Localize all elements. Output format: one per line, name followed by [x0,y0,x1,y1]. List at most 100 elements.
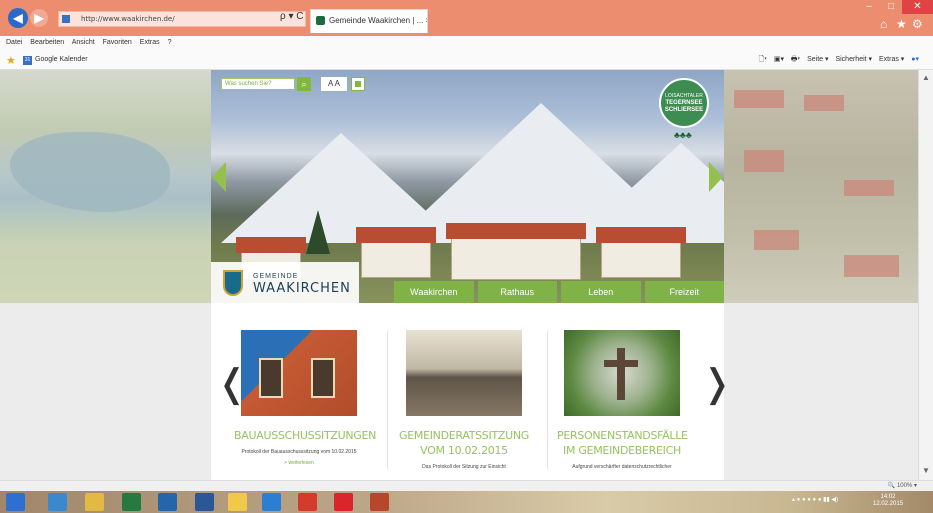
excel-icon[interactable] [122,493,141,511]
tree-shape [306,210,330,254]
vertical-scrollbar[interactable]: ▲ ▼ [918,70,933,480]
outlook-icon[interactable] [158,493,177,511]
card-text: Aufgrund verschärfter datenschutzrechtli… [572,464,672,470]
menu-extras[interactable]: Extras [140,39,160,46]
scroll-up-icon[interactable]: ▲ [922,73,930,82]
photos-icon[interactable] [228,493,247,511]
site-search-input[interactable]: Was suchen Sie? [221,78,295,90]
card-title[interactable]: PERSONENSTANDSFÄLLE IM GEMEINDEBEREICH [557,428,688,458]
carousel-next-button[interactable]: ❭ [701,361,733,405]
search-placeholder: Was suchen Sie? [225,81,272,87]
back-button[interactable]: ◀ [8,8,28,28]
card-image [564,330,680,416]
card-text: Protokoll der Bauausschusssitzung vom 10… [241,449,357,455]
minimize-button[interactable]: – [858,0,880,14]
font-size-button[interactable]: A A [321,77,347,91]
card-title[interactable]: BAUAUSSCHUSSITZUNGEN [234,428,376,443]
nav-freizeit[interactable]: Freizeit [644,281,724,303]
menu-sicherheit[interactable]: Sicherheit ▾ [835,56,872,63]
house-shape [356,227,436,278]
news-card[interactable]: PERSONENSTANDSFÄLLE IM GEMEINDEBEREICH A… [557,330,688,471]
clock[interactable]: 14:02 12.02.2015 [873,494,903,508]
site-icon [62,15,70,23]
calendar-icon: 31 [23,56,32,65]
house-shape [596,227,686,278]
internet-explorer-icon[interactable] [48,493,67,511]
search-icon[interactable]: ⌕ [297,77,311,91]
roof-shape [734,90,784,108]
page-icon[interactable]: 🗋▾ [759,56,767,63]
page-viewport: Was suchen Sie? ⌕ A A LOISACHTALER TEGER… [0,70,918,480]
zoom-value: 100% [896,483,913,489]
scroll-down-icon[interactable]: ▼ [922,466,930,475]
browser-titlebar: ◀ ▶ http://www.waakirchen.de/ ρ ▾ C Geme… [0,0,933,36]
nav-rathaus[interactable]: Rathaus [477,281,557,303]
menu-datei[interactable]: Datei [6,39,22,46]
pond-shape [10,132,170,212]
print-icon[interactable]: 🖶▾ [791,56,800,63]
maximize-button[interactable]: □ [880,0,902,14]
coat-of-arms-icon [223,269,243,296]
status-bar: 🔍 100% ▾ [0,480,933,491]
zoom-level[interactable]: 🔍 100% ▾ [888,482,917,489]
menu-help[interactable]: ? [168,39,172,46]
window-shape [259,358,283,398]
region-badge[interactable]: LOISACHTALER TEGERNSEE SCHLIERSEE [659,78,709,128]
card-title[interactable]: GEMEINDERATSSITZUNG VOM 10.02.2015 [399,428,529,458]
forward-button[interactable]: ▶ [30,9,48,27]
roof-shape [844,255,899,277]
clock-time: 14:02 [880,494,896,500]
house-shape [446,223,586,280]
favorites-star-icon[interactable]: ★ [896,17,907,31]
main-navigation: Waakirchen Rathaus Leben Freizeit [394,281,724,303]
badge-trees-icon: ♣♣♣ [674,130,692,140]
system-tray[interactable]: ▴ ● ● ● ● ● ▮▮ ◀) [792,496,838,503]
contrast-toggle[interactable] [351,77,365,91]
menu-bearbeiten[interactable]: Bearbeiten [30,39,64,46]
nav-leben[interactable]: Leben [561,281,641,303]
acrobat-icon[interactable] [334,493,353,511]
settings-gear-icon[interactable]: ⚙ [912,17,923,31]
favorites-star-icon[interactable]: ★ [6,54,16,67]
tab-waakirchen[interactable]: Gemeinde Waakirchen | ... × [310,9,428,33]
nav-waakirchen[interactable]: Waakirchen [394,281,474,303]
read-more-link[interactable]: > weiterlesen [234,460,364,466]
slider-next-button[interactable] [709,162,723,192]
roof-shape [844,180,894,196]
background-right-image [724,70,918,303]
favorite-google-kalender[interactable]: Google Kalender [35,56,88,63]
roof-shape [754,230,799,250]
address-bar[interactable]: http://www.waakirchen.de/ [58,11,306,27]
card-text: Das Protokoll der Sitzung zur Einsicht [422,464,506,470]
file-explorer-icon[interactable] [85,493,104,511]
slider-prev-button[interactable] [212,162,226,192]
word-icon[interactable] [195,493,214,511]
window-shape [311,358,335,398]
menu-extras-cmd[interactable]: Extras ▾ [879,56,904,63]
powerpoint-icon[interactable] [370,493,389,511]
news-card[interactable]: GEMEINDERATSSITZUNG VOM 10.02.2015 Das P… [399,330,529,471]
cross-shape [604,360,638,367]
address-tools[interactable]: ρ ▾ C [280,11,304,22]
badge-line-3: SCHLIERSEE [664,107,704,113]
app-icon[interactable] [298,493,317,511]
help-icon[interactable]: ●▾ [911,56,919,63]
card-image [241,330,357,416]
home-icon[interactable]: ⌂ [880,17,887,31]
app-icon[interactable] [262,493,281,511]
card-divider [547,330,548,470]
feeds-icon[interactable]: ▣▾ [774,56,784,63]
card-divider [387,330,388,470]
card-image [406,330,522,416]
badge-line-1: LOISACHTALER [665,93,703,99]
menu-seite[interactable]: Seite ▾ [807,56,828,63]
roof-shape [744,150,784,172]
menu-ansicht[interactable]: Ansicht [72,39,95,46]
badge-line-2: TEGERNSEE [665,100,703,106]
start-button-icon[interactable] [6,493,25,511]
news-card[interactable]: BAUAUSSCHUSSITZUNGEN Protokoll der Bauau… [234,330,376,466]
close-button[interactable]: ✕ [902,0,933,14]
site-logo[interactable]: GEMEINDE WAAKIRCHEN [211,262,359,303]
menu-favoriten[interactable]: Favoriten [103,39,132,46]
background-left-image [0,70,211,303]
